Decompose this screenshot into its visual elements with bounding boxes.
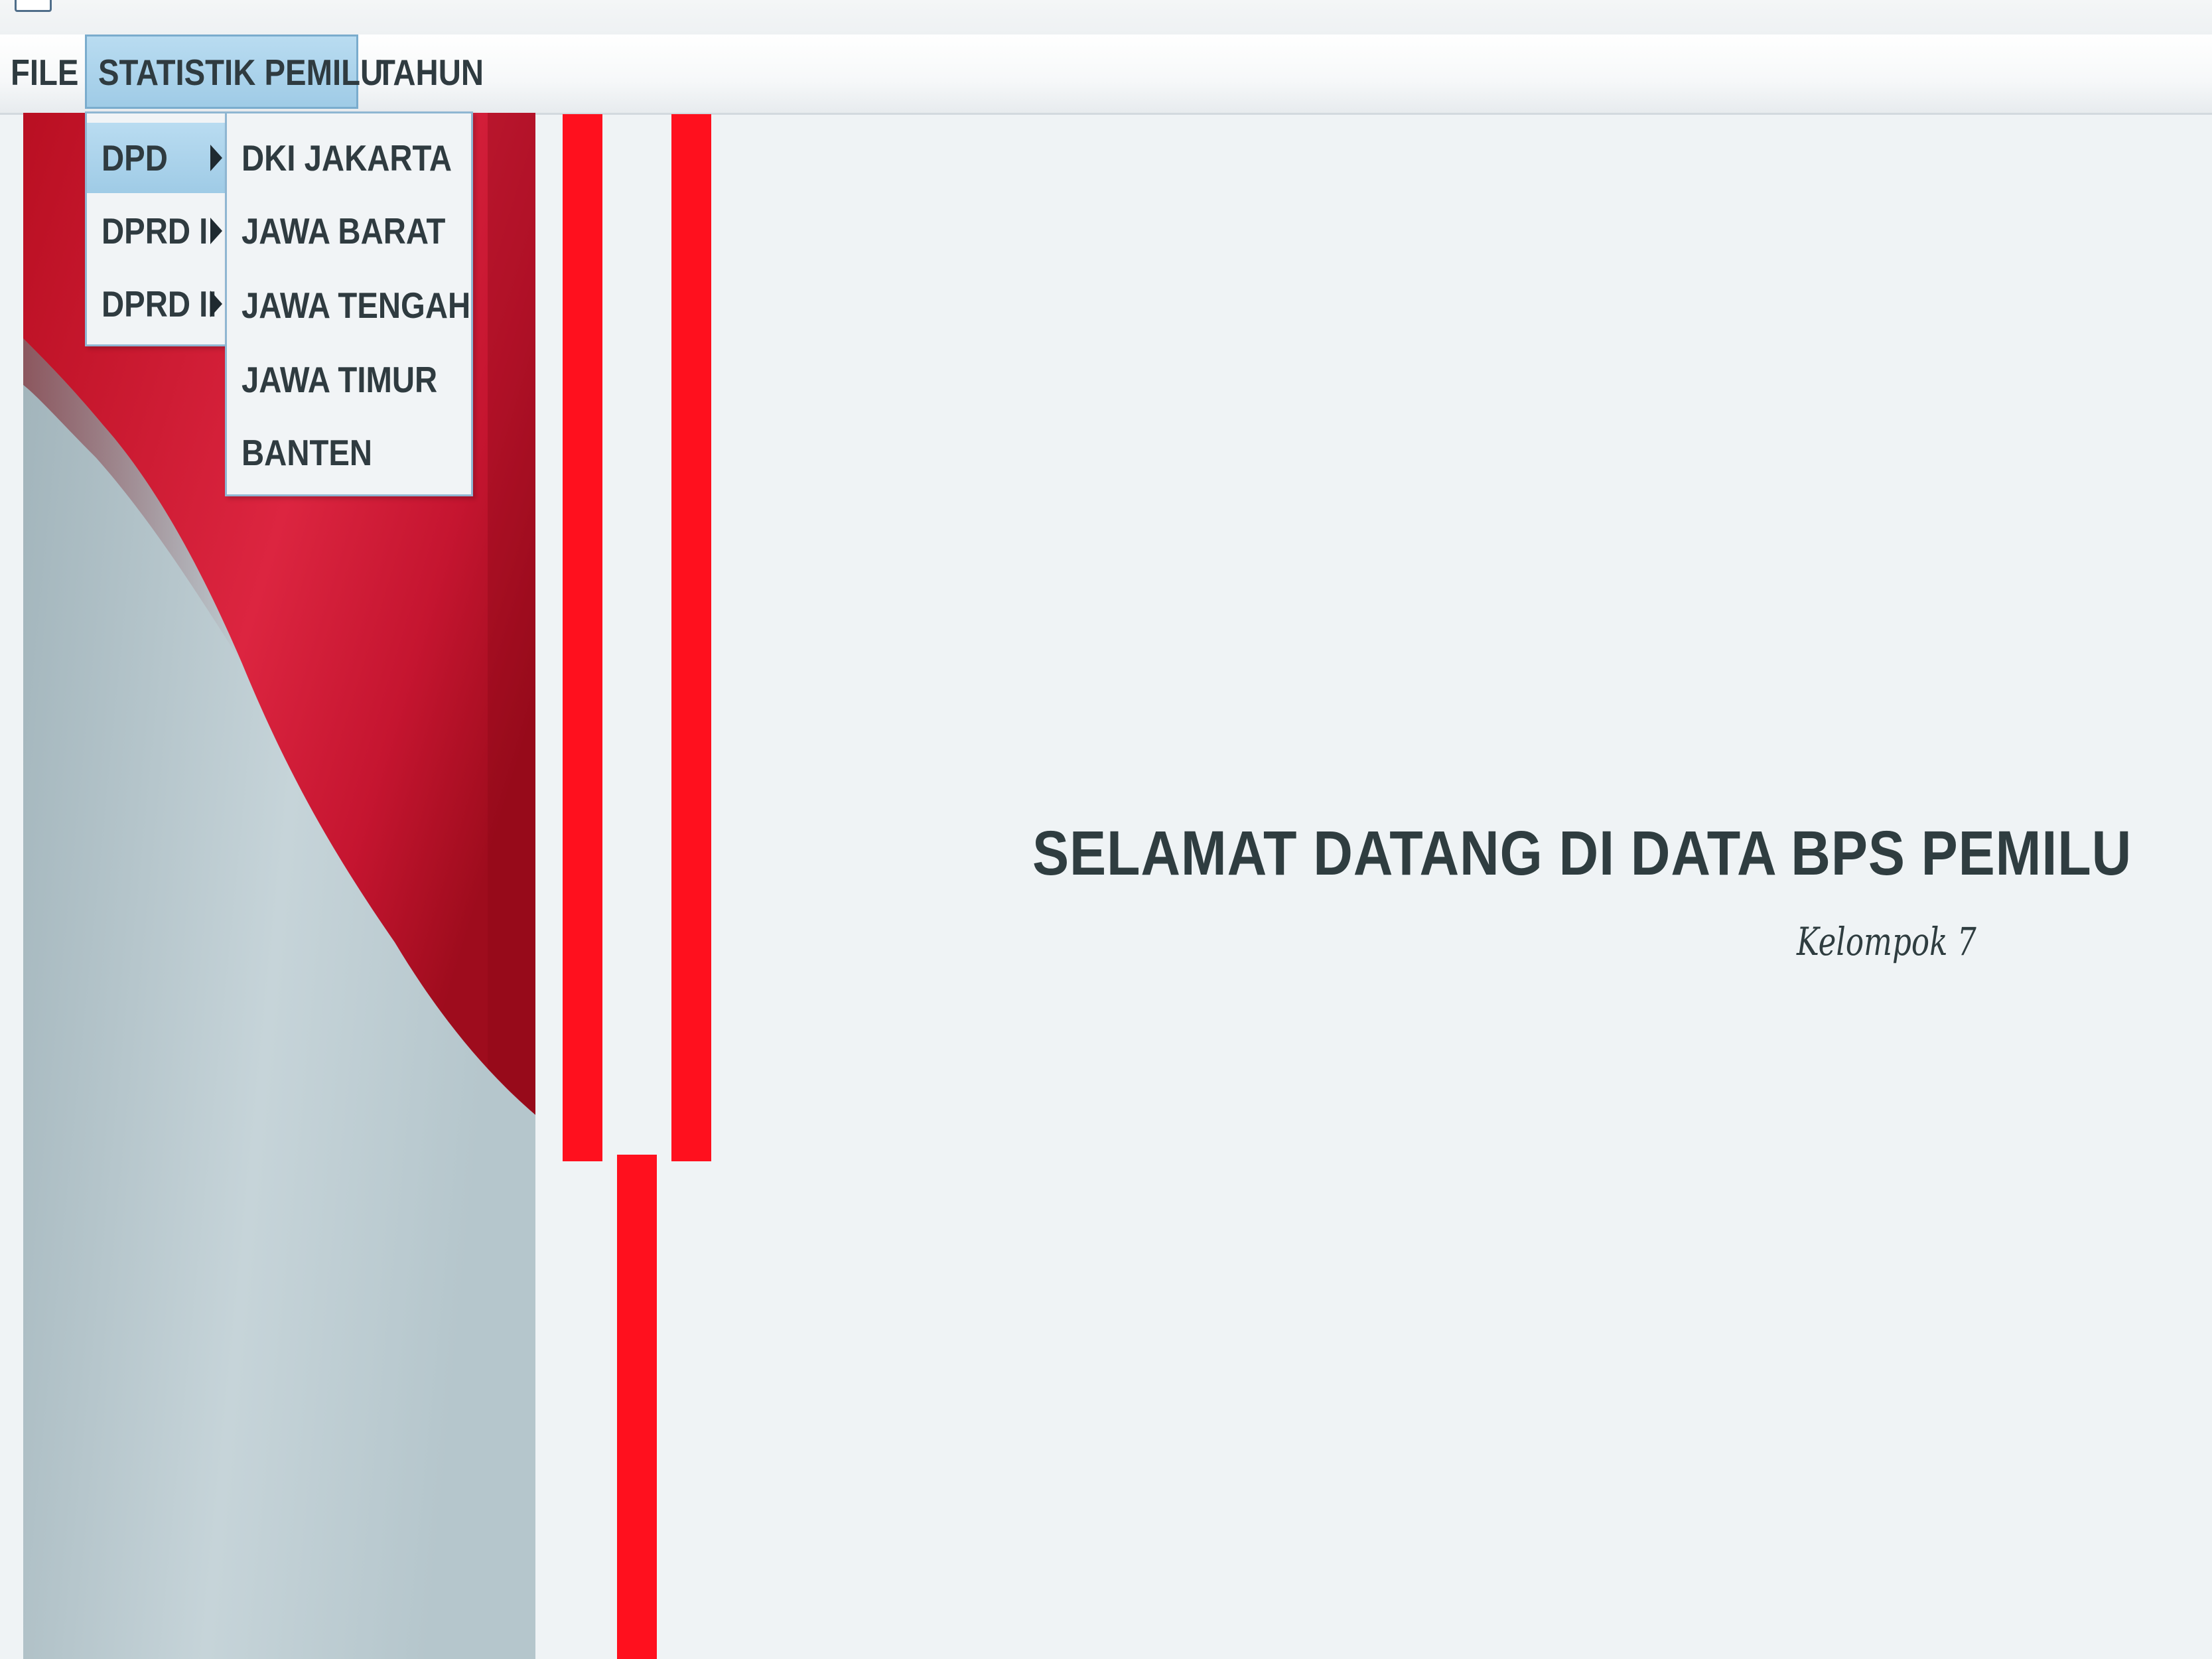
submenu-item-label: JAWA TIMUR bbox=[242, 359, 438, 400]
menu-item-dpd-label: DPD bbox=[102, 137, 168, 179]
submenu-item-label: BANTEN bbox=[242, 432, 373, 473]
menu-item-dpd[interactable]: DPD bbox=[87, 123, 228, 193]
group-subtitle: Kelompok 7 bbox=[1797, 919, 1976, 964]
statistik-dropdown-menu: DPD DPRD I DPRD II bbox=[85, 111, 230, 346]
menu-tahun[interactable]: TAHUN bbox=[376, 36, 484, 109]
menu-item-dprd-i-label: DPRD I bbox=[102, 210, 208, 252]
menu-item-dprd-ii[interactable]: DPRD II bbox=[87, 269, 228, 339]
menu-item-dprd-ii-label: DPRD II bbox=[102, 283, 217, 325]
submenu-item-label: DKI JAKARTA bbox=[242, 137, 452, 179]
submenu-item-label: JAWA TENGAH bbox=[242, 285, 471, 326]
submenu-item-banten[interactable]: BANTEN bbox=[227, 417, 471, 488]
submenu-item-dki-jakarta[interactable]: DKI JAKARTA bbox=[227, 123, 471, 193]
app-window: FILE STATISTIK PEMILU TAHUN SELAMAT DATA… bbox=[0, 0, 2212, 1659]
menu-tahun-label: TAHUN bbox=[376, 52, 484, 93]
red-bar-right bbox=[671, 114, 711, 1161]
dpd-submenu: DKI JAKARTA JAWA BARAT JAWA TENGAH JAWA … bbox=[225, 111, 473, 496]
welcome-title: SELAMAT DATANG DI DATA BPS PEMILU bbox=[1032, 818, 2132, 889]
window-icon bbox=[15, 0, 52, 12]
menu-file[interactable]: FILE bbox=[11, 36, 78, 109]
submenu-item-jawa-barat[interactable]: JAWA BARAT bbox=[227, 196, 471, 266]
title-bar bbox=[0, 0, 2212, 35]
submenu-arrow-icon bbox=[210, 218, 222, 244]
submenu-arrow-icon bbox=[210, 291, 222, 317]
submenu-arrow-icon bbox=[210, 145, 222, 171]
red-bar-left bbox=[563, 114, 602, 1161]
submenu-item-label: JAWA BARAT bbox=[242, 210, 446, 252]
menu-item-dprd-i[interactable]: DPRD I bbox=[87, 196, 228, 266]
submenu-item-jawa-timur[interactable]: JAWA TIMUR bbox=[227, 344, 471, 415]
menu-statistik-pemilu[interactable]: STATISTIK PEMILU bbox=[98, 36, 383, 109]
red-bar-bottom bbox=[617, 1155, 657, 1659]
submenu-item-jawa-tengah[interactable]: JAWA TENGAH bbox=[227, 270, 471, 340]
menu-file-label: FILE bbox=[11, 52, 79, 93]
menu-statistik-pemilu-label: STATISTIK PEMILU bbox=[98, 52, 383, 93]
